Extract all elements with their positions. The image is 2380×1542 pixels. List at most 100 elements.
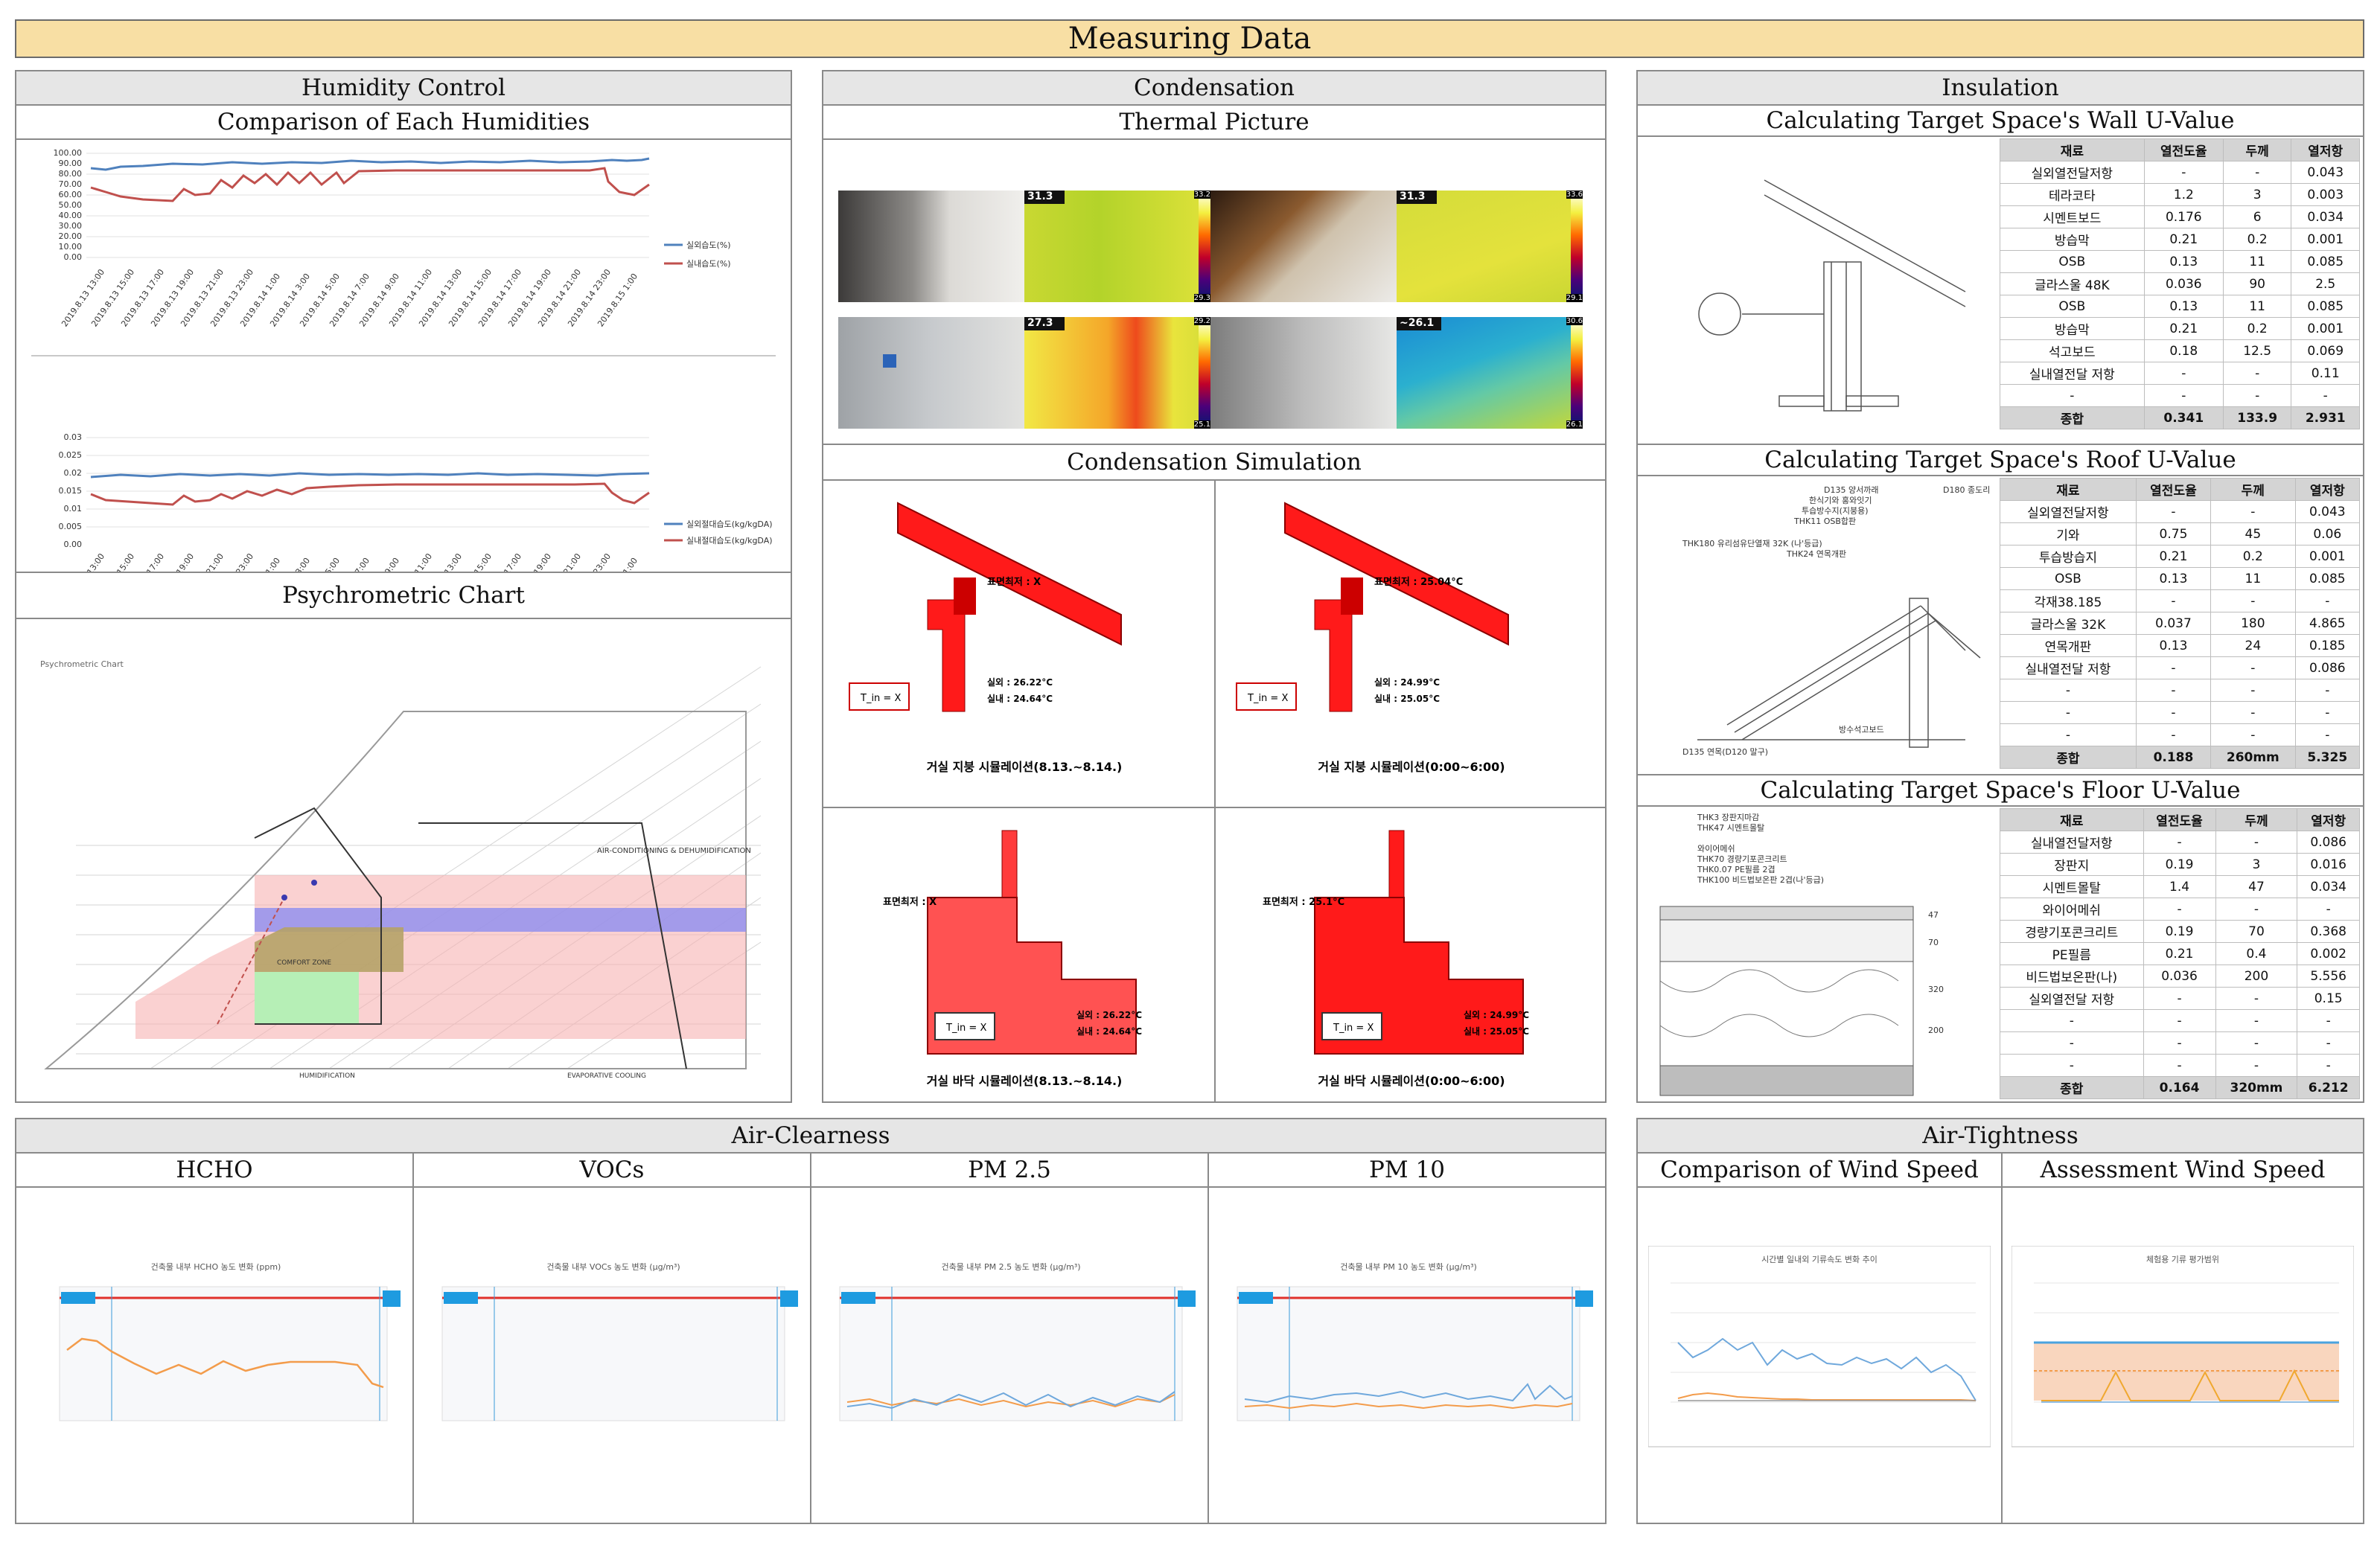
table-cell: 0.15: [2297, 987, 2360, 1010]
column-header: 두께: [2222, 138, 2292, 161]
table-cell: PE필름: [2000, 942, 2144, 965]
svg-text:T_in = X: T_in = X: [945, 1023, 986, 1034]
table-cell: 실외열전달 저항: [2000, 987, 2144, 1010]
svg-text:표면최저 : 25.04°C: 표면최저 : 25.04°C: [1374, 576, 1463, 588]
table-cell: 연목개판: [2000, 634, 2137, 657]
psychrometric-chart: Psychrometric Chart COMFORT ZONE AIR-CON…: [40, 659, 762, 1080]
wind-speed-assessment-chart: 체험용 기류 평가범위: [2011, 1246, 2354, 1447]
svg-text:표면최저 : X: 표면최저 : X: [987, 576, 1041, 588]
floor-u-value-table: 재료 열전도율 두께 열저항 실내열전달저항 - -0.086 장판지 0.19 3 0.0…: [2000, 808, 2360, 1099]
humidity-control-panel: Humidity Control Comparison of Each Humi…: [15, 70, 792, 1103]
table-cell: 0.085: [2291, 250, 2360, 273]
table-cell: -: [2135, 723, 2212, 746]
table-cell: 6.212: [2297, 1076, 2360, 1099]
table-cell: 0.19: [2143, 920, 2216, 943]
table-total-row: 종합 0.188 260mm 5.325: [2000, 746, 2361, 769]
table-cell: 0.085: [2291, 295, 2360, 318]
table-row: 글라스울 48K 0.036 90 2.5: [2000, 272, 2360, 295]
roof-u-value-subheader: Calculating Target Space's Roof U-Value: [1638, 445, 2363, 476]
svg-text:시간별 일내외 기류속도 변화 추이: 시간별 일내외 기류속도 변화 추이: [1761, 1254, 1877, 1264]
table-cell: 0.034: [2297, 875, 2360, 898]
condensation-panel: Condensation Thermal Picture 31.3 33.2 2…: [822, 70, 1607, 1103]
svg-text:EVAPORATIVE COOLING: EVAPORATIVE COOLING: [567, 1072, 646, 1080]
table-cell: 0.06: [2294, 522, 2361, 546]
table-cell: 0.185: [2294, 634, 2361, 657]
table-cell: 실내열전달 저항: [2000, 656, 2137, 679]
table-row: ----: [2000, 701, 2361, 724]
table-cell: -: [2297, 1031, 2360, 1055]
table-cell: -: [2143, 831, 2216, 854]
table-cell: 와이어메쉬: [2000, 898, 2144, 921]
table-cell: 실내열전달저항: [2000, 831, 2144, 854]
y-tick: 0.00: [64, 540, 83, 549]
column-header: 재료: [2000, 808, 2144, 831]
svg-text:200: 200: [1928, 1026, 1944, 1035]
table-row: 와이어메쉬 - - -: [2000, 898, 2360, 921]
page-title: Measuring Data: [15, 19, 2364, 58]
pm10-chart: 건축물 내부 PM 10 농도 변화 (μg/m³): [1237, 1262, 1593, 1421]
table-cell: -: [2000, 384, 2145, 407]
svg-text:THK0.07 PE필름 2겹: THK0.07 PE필름 2겹: [1697, 865, 1776, 874]
table-cell: 0.13: [2143, 295, 2224, 318]
svg-text:HUMIDIFICATION: HUMIDIFICATION: [299, 1072, 355, 1080]
table-row: OSB 0.13 11 0.085: [2000, 295, 2360, 318]
insulation-header: Insulation: [1638, 71, 2363, 106]
table-cell: 0.086: [2294, 656, 2361, 679]
table-row: 방습막 0.21 0.2 0.001: [2000, 317, 2360, 340]
table-cell: -: [2135, 679, 2212, 702]
condensation-header: Condensation: [823, 71, 1605, 106]
table-cell: -: [2222, 384, 2292, 407]
table-cell: 0.19: [2143, 853, 2216, 876]
column-header: 두께: [2215, 808, 2298, 831]
table-cell: 5.325: [2294, 746, 2361, 769]
wall-u-value-table: 재료 열전도율 두께 열저항 실외열전달저항 - -0.043 테라코타 1.2 3 0.0…: [2000, 138, 2360, 429]
wind-speed-comparison-chart: 시간별 일내외 기류속도 변화 추이: [1648, 1246, 1991, 1447]
table-cell: 0.188: [2135, 746, 2212, 769]
table-cell: 90: [2222, 272, 2292, 295]
table-cell: -: [2135, 589, 2212, 612]
table-cell: 0.13: [2143, 250, 2224, 273]
y-tick: 80.00: [59, 169, 83, 179]
table-cell: 3: [2222, 183, 2292, 206]
svg-text:THK100 비드법보온판 2겹(나'등급): THK100 비드법보온판 2겹(나'등급): [1697, 875, 1824, 885]
table-cell: -: [2210, 679, 2296, 702]
y-tick: 0.01: [64, 504, 83, 514]
table-row: 글라스울 32K 0.037 180 4.865: [2000, 612, 2361, 635]
table-cell: 0.2: [2222, 228, 2292, 251]
humidity-comparison-subheader: Comparison of Each Humidities: [16, 106, 791, 140]
table-cell: 0.037: [2135, 612, 2212, 635]
air-tightness-header: Air-Tightness: [1638, 1119, 2363, 1154]
y-tick: 0.03: [64, 432, 83, 442]
table-cell: 시멘트보드: [2000, 205, 2145, 228]
table-cell: 0.043: [2291, 161, 2360, 184]
svg-text:건축물 내부 PM 10 농도 변화 (μg/m³): 건축물 내부 PM 10 농도 변화 (μg/m³): [1340, 1262, 1477, 1272]
table-cell: -: [2000, 1054, 2144, 1077]
table-cell: 0.036: [2143, 964, 2216, 988]
table-cell: 180: [2210, 612, 2296, 635]
y-tick: 30.00: [59, 221, 83, 231]
svg-text:한식기와 홍와잇기: 한식기와 홍와잇기: [1809, 495, 1872, 505]
table-cell: -: [2143, 1054, 2216, 1077]
y-tick: 40.00: [59, 211, 83, 220]
table-cell: 경량기포콘크리트: [2000, 920, 2144, 943]
table-cell: 3: [2215, 853, 2298, 876]
table-row: OSB 0.13 11 0.085: [2000, 250, 2360, 273]
table-cell: OSB: [2000, 295, 2145, 318]
table-cell: 0.003: [2291, 183, 2360, 206]
table-cell: -: [2143, 384, 2224, 407]
table-cell: 0.085: [2294, 567, 2361, 590]
table-cell: -: [2294, 701, 2361, 724]
table-cell: 11: [2210, 567, 2296, 590]
vocs-subheader: VOCs: [414, 1154, 810, 1188]
svg-text:건축물 내부 HCHO 농도 변화 (ppm): 건축물 내부 HCHO 농도 변화 (ppm): [151, 1262, 281, 1272]
svg-text:THK180 유리섬유단열재 32K (나'등급): THK180 유리섬유단열재 32K (나'등급): [1682, 539, 1822, 548]
table-cell: -: [2000, 701, 2137, 724]
svg-text:건축물 내부 VOCs 농도 변화 (μg/m³): 건축물 내부 VOCs 농도 변화 (μg/m³): [546, 1262, 680, 1272]
insulation-panel: Insulation Calculating Target Space's Wa…: [1636, 70, 2364, 1103]
y-tick: 0.005: [59, 522, 83, 531]
comparison-wind-speed-subheader: Comparison of Wind Speed: [1638, 1154, 2001, 1188]
table-cell: 기와: [2000, 522, 2137, 546]
svg-text:투습방수지(지붕용): 투습방수지(지붕용): [1802, 506, 1869, 516]
table-cell: 0.043: [2294, 500, 2361, 523]
table-cell: 320mm: [2215, 1076, 2298, 1099]
